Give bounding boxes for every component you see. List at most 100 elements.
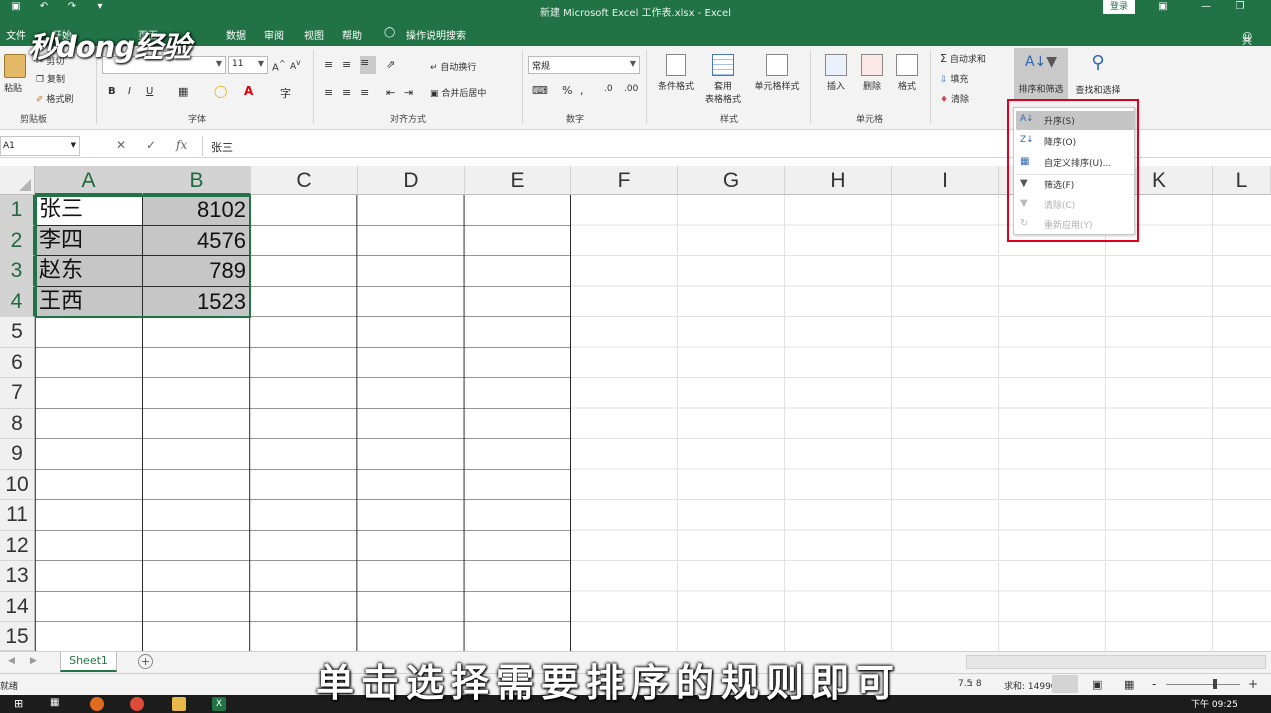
minimize-icon[interactable]: — — [1196, 1, 1216, 13]
tab-view[interactable]: 视图 — [304, 27, 324, 42]
cell-b4[interactable]: 1523 — [143, 286, 251, 317]
row-header-5[interactable]: 5 — [0, 317, 35, 348]
sort-filter-button[interactable]: A↓▼ 排序和筛选 — [1014, 48, 1068, 100]
insert-cells-button[interactable]: 插入 — [822, 54, 850, 92]
windows-start-icon[interactable]: ⊞ — [14, 697, 28, 711]
comma-style-icon[interactable]: , — [580, 84, 584, 97]
menu-item-clear[interactable]: ▼ 清除(C) — [1016, 195, 1134, 214]
grow-font-button[interactable]: A^ — [272, 58, 286, 73]
sheet-tab-active[interactable]: Sheet1 — [60, 652, 117, 672]
find-select-button[interactable]: ⚲ 查找和选择 — [1072, 52, 1124, 96]
normal-view-icon[interactable] — [1052, 675, 1078, 693]
cell-styles-button[interactable]: 单元格样式 — [750, 54, 804, 92]
row-header-9[interactable]: 9 — [0, 439, 35, 470]
increase-decimal-icon[interactable]: .0 — [604, 84, 613, 94]
increase-indent-icon[interactable]: ⇥ — [404, 86, 413, 99]
cancel-icon[interactable]: ✕ — [116, 138, 126, 152]
cell-b2[interactable]: 4576 — [143, 225, 251, 256]
column-header-a[interactable]: A — [35, 166, 143, 195]
name-box[interactable]: A1 ▼ — [0, 136, 80, 156]
task-view-icon[interactable]: ▦ — [50, 697, 64, 711]
row-header-14[interactable]: 14 — [0, 591, 35, 622]
row-header-1[interactable]: 1 — [0, 195, 35, 226]
copy-button[interactable]: ❐ 复制 — [36, 72, 65, 85]
format-cells-button[interactable]: 格式 — [893, 54, 921, 92]
decrease-indent-icon[interactable]: ⇤ — [386, 86, 395, 99]
border-icon[interactable]: ▦ — [178, 85, 188, 98]
row-header-7[interactable]: 7 — [0, 378, 35, 409]
chrome-icon[interactable] — [130, 697, 144, 711]
login-button[interactable]: 登录 — [1103, 0, 1135, 14]
row-header-4[interactable]: 4 — [0, 286, 35, 317]
confirm-icon[interactable]: ✓ — [146, 138, 156, 152]
column-header-e[interactable]: E — [465, 166, 571, 195]
column-header-i[interactable]: I — [892, 166, 999, 195]
tab-file[interactable]: 文件 — [6, 27, 26, 42]
clear-button[interactable]: ♦ 清除 — [940, 92, 969, 105]
row-header-11[interactable]: 11 — [0, 500, 35, 531]
align-middle-icon[interactable]: ≡ — [342, 58, 351, 71]
accounting-format-icon[interactable]: ⌨ — [532, 84, 548, 97]
horizontal-scrollbar[interactable] — [966, 655, 1266, 669]
menu-item-filter[interactable]: ▼ 筛选(F) — [1016, 175, 1134, 194]
column-header-h[interactable]: H — [785, 166, 892, 195]
menu-item-reapply[interactable]: ↻ 重新应用(Y) — [1016, 215, 1134, 234]
paste-button[interactable]: 粘贴 — [4, 54, 26, 94]
format-as-table-button[interactable]: 套用 表格格式 — [700, 54, 746, 105]
column-header-d[interactable]: D — [358, 166, 465, 195]
column-header-g[interactable]: G — [678, 166, 785, 195]
menu-item-sort-descending[interactable]: Z↓ 降序(O) — [1016, 132, 1134, 151]
scroll-right-icon[interactable]: ▶ — [30, 656, 37, 666]
excel-taskbar-icon[interactable]: X — [212, 697, 226, 711]
format-painter-button[interactable]: ✐ 格式刷 — [36, 92, 73, 105]
ribbon-display-icon[interactable]: ▣ — [1153, 1, 1173, 13]
select-all-corner[interactable] — [0, 166, 35, 195]
worksheet-grid[interactable] — [571, 195, 1271, 651]
row-header-15[interactable]: 15 — [0, 622, 35, 651]
shrink-font-button[interactable]: Av — [290, 58, 301, 72]
row-header-3[interactable]: 3 — [0, 256, 35, 287]
delete-cells-button[interactable]: 删除 — [858, 54, 886, 92]
cell-a3[interactable]: 赵东 — [35, 256, 143, 287]
font-color-icon[interactable]: A — [244, 84, 253, 98]
row-header-13[interactable]: 13 — [0, 561, 35, 592]
menu-item-sort-ascending[interactable]: A↓ 升序(S) — [1016, 111, 1134, 130]
decrease-decimal-icon[interactable]: .00 — [624, 84, 638, 94]
autosum-button[interactable]: Σ 自动求和 — [940, 52, 986, 65]
insert-function-button[interactable]: fx — [176, 138, 187, 152]
fill-color-icon[interactable]: ◯ — [214, 84, 227, 98]
page-layout-icon[interactable]: ▣ — [1092, 678, 1102, 691]
folder-icon[interactable] — [172, 697, 186, 711]
font-size-combo[interactable]: 11 ▼ — [228, 56, 268, 74]
add-sheet-icon[interactable]: + — [138, 654, 153, 669]
column-header-f[interactable]: F — [571, 166, 678, 195]
zoom-in-button[interactable]: + — [1248, 677, 1258, 691]
align-left-icon[interactable]: ≡ — [324, 86, 333, 99]
cell-a1[interactable]: 张三 — [35, 195, 143, 226]
menu-item-custom-sort[interactable]: ▦ 自定义排序(U)... — [1016, 153, 1134, 172]
align-right-icon[interactable]: ≡ — [360, 86, 369, 99]
phonetic-icon[interactable]: 字 — [280, 85, 291, 101]
cell-a4[interactable]: 王西 — [35, 286, 143, 317]
tab-data[interactable]: 数据 — [226, 27, 246, 42]
align-top-icon[interactable]: ≡ — [324, 58, 333, 71]
row-header-6[interactable]: 6 — [0, 347, 35, 378]
tell-me-search[interactable]: 操作说明搜索 — [406, 27, 466, 42]
percent-button[interactable]: % — [562, 84, 572, 97]
cell-b3[interactable]: 789 — [143, 256, 251, 287]
tab-help[interactable]: 帮助 — [342, 27, 362, 42]
zoom-slider[interactable] — [1166, 684, 1240, 685]
row-header-12[interactable]: 12 — [0, 530, 35, 561]
column-header-c[interactable]: C — [251, 166, 358, 195]
number-format-combo[interactable]: 常规 ▼ — [528, 56, 640, 74]
merge-center-button[interactable]: ▣ 合并后居中 — [430, 86, 486, 99]
app-icon[interactable] — [90, 697, 104, 711]
bold-button[interactable]: B — [108, 86, 116, 97]
align-bottom-icon[interactable]: ≡ — [360, 56, 376, 74]
cell-a2[interactable]: 李四 — [35, 225, 143, 256]
italic-button[interactable]: I — [128, 86, 131, 97]
scroll-left-icon[interactable]: ◀ — [8, 656, 15, 666]
wrap-text-button[interactable]: ↵ 自动换行 — [430, 60, 476, 73]
underline-button[interactable]: U — [146, 86, 153, 97]
page-break-icon[interactable]: ▦ — [1124, 678, 1134, 691]
